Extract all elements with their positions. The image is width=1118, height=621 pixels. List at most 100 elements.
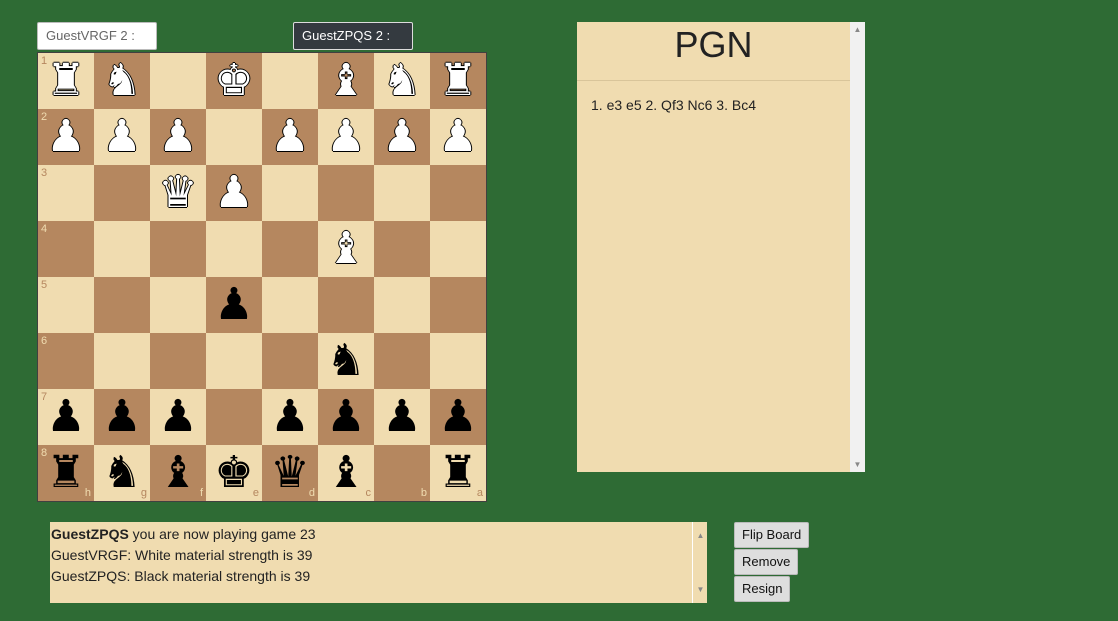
black-pawn-icon[interactable]: ♟ (150, 389, 206, 445)
white-pawn-icon[interactable]: ♟ (430, 109, 486, 165)
board-square[interactable] (374, 277, 430, 333)
board-square[interactable]: ♞ (94, 53, 150, 109)
black-knight-icon[interactable]: ♞ (318, 333, 374, 389)
scroll-up-icon[interactable]: ▲ (850, 25, 865, 34)
board-square[interactable] (374, 333, 430, 389)
board-square[interactable]: a ♜ (430, 445, 486, 501)
board-square[interactable] (150, 333, 206, 389)
board-square[interactable] (94, 165, 150, 221)
remove-button[interactable]: Remove (734, 549, 799, 575)
white-pawn-icon[interactable]: ♟ (206, 165, 262, 221)
board-square[interactable]: ♟ (374, 109, 430, 165)
resign-button[interactable]: Resign (734, 576, 791, 602)
black-pawn-icon[interactable]: ♟ (374, 389, 430, 445)
board-square[interactable] (318, 277, 374, 333)
board-square[interactable]: ♟ (262, 389, 318, 445)
board-square[interactable]: f ♝ (150, 445, 206, 501)
white-pawn-icon[interactable]: ♟ (318, 109, 374, 165)
chat-scrollbar[interactable]: ▲ ▼ (692, 522, 707, 603)
white-pawn-icon[interactable]: ♟ (94, 109, 150, 165)
board-square[interactable]: ♟ (94, 109, 150, 165)
board-square[interactable]: 7 ♟ (38, 389, 94, 445)
black-pawn-icon[interactable]: ♟ (94, 389, 150, 445)
black-pawn-icon[interactable]: ♟ (318, 389, 374, 445)
board-square[interactable]: ♛ (150, 165, 206, 221)
board-square[interactable] (374, 221, 430, 277)
board-square[interactable] (94, 221, 150, 277)
white-rook-icon[interactable]: ♜ (430, 53, 486, 109)
white-pawn-icon[interactable]: ♟ (150, 109, 206, 165)
board-square[interactable] (262, 165, 318, 221)
board-square[interactable]: ♟ (94, 389, 150, 445)
board-square[interactable]: 2 ♟ (38, 109, 94, 165)
pgn-scrollbar[interactable]: ▲ ▼ (850, 22, 865, 472)
board-square[interactable] (150, 277, 206, 333)
black-rook-icon[interactable]: ♜ (430, 445, 486, 501)
board-square[interactable] (430, 277, 486, 333)
board-square[interactable]: ♟ (318, 389, 374, 445)
board-square[interactable] (206, 109, 262, 165)
board-square[interactable]: ♟ (262, 109, 318, 165)
black-pawn-icon[interactable]: ♟ (262, 389, 318, 445)
board-square[interactable]: e ♚ (206, 445, 262, 501)
white-rook-icon[interactable]: ♜ (38, 53, 94, 109)
white-pawn-icon[interactable]: ♟ (262, 109, 318, 165)
black-queen-icon[interactable]: ♛ (262, 445, 318, 501)
board-square[interactable]: ♟ (374, 389, 430, 445)
board-square[interactable]: ♟ (150, 109, 206, 165)
board-square[interactable]: ♝ (318, 53, 374, 109)
board-square[interactable]: ♝ (318, 221, 374, 277)
black-bishop-icon[interactable]: ♝ (318, 445, 374, 501)
white-knight-icon[interactable]: ♞ (94, 53, 150, 109)
board-square[interactable] (150, 53, 206, 109)
board-square[interactable]: 4 (38, 221, 94, 277)
white-king-icon[interactable]: ♚ (206, 53, 262, 109)
board-square[interactable]: ♞ (374, 53, 430, 109)
scroll-down-icon[interactable]: ▼ (850, 460, 865, 469)
board-square[interactable]: 8 h ♜ (38, 445, 94, 501)
white-pawn-icon[interactable]: ♟ (374, 109, 430, 165)
flip-board-button[interactable]: Flip Board (734, 522, 810, 548)
black-king-icon[interactable]: ♚ (206, 445, 262, 501)
black-rook-icon[interactable]: ♜ (38, 445, 94, 501)
board-square[interactable]: ♚ (206, 53, 262, 109)
black-pawn-icon[interactable]: ♟ (38, 389, 94, 445)
board-square[interactable] (374, 165, 430, 221)
black-pawn-icon[interactable]: ♟ (206, 277, 262, 333)
board-square[interactable]: c ♝ (318, 445, 374, 501)
board-square[interactable] (150, 221, 206, 277)
board-square[interactable]: ♟ (206, 277, 262, 333)
white-queen-icon[interactable]: ♛ (150, 165, 206, 221)
board-square[interactable]: d ♛ (262, 445, 318, 501)
board-square[interactable]: ♟ (430, 389, 486, 445)
board-square[interactable]: 1 ♜ (38, 53, 94, 109)
board-square[interactable] (94, 333, 150, 389)
board-square[interactable] (262, 221, 318, 277)
black-bishop-icon[interactable]: ♝ (150, 445, 206, 501)
board-square[interactable] (318, 165, 374, 221)
white-pawn-icon[interactable]: ♟ (38, 109, 94, 165)
board-square[interactable]: g ♞ (94, 445, 150, 501)
board-square[interactable] (430, 165, 486, 221)
board-square[interactable]: ♟ (318, 109, 374, 165)
white-knight-icon[interactable]: ♞ (374, 53, 430, 109)
board-square[interactable] (262, 53, 318, 109)
board-square[interactable] (262, 277, 318, 333)
board-square[interactable]: b (374, 445, 430, 501)
board-square[interactable] (206, 333, 262, 389)
board-square[interactable] (430, 221, 486, 277)
white-bishop-icon[interactable]: ♝ (318, 53, 374, 109)
white-bishop-icon[interactable]: ♝ (318, 221, 374, 277)
board-square[interactable] (94, 277, 150, 333)
scroll-down-icon[interactable]: ▼ (693, 579, 708, 600)
board-square[interactable]: ♟ (150, 389, 206, 445)
chess-board[interactable]: 1 ♜ ♞ ♚ ♝ ♞ ♜ 2 ♟ ♟ ♟ ♟ ♟ ♟ ♟ 3 ♛ ♟ 4 ♝ 5 ♟ 6 ♞ 7 ♟ ♟ ♟ ♟ ♟ ♟ ♟ 8 h ♜ g ♞ f ♝ e… (37, 52, 487, 502)
board-square[interactable]: ♞ (318, 333, 374, 389)
board-square[interactable] (262, 333, 318, 389)
board-square[interactable]: ♜ (430, 53, 486, 109)
board-square[interactable] (206, 389, 262, 445)
scroll-up-icon[interactable]: ▲ (693, 525, 708, 546)
board-square[interactable] (206, 221, 262, 277)
board-square[interactable]: ♟ (206, 165, 262, 221)
board-square[interactable]: 3 (38, 165, 94, 221)
